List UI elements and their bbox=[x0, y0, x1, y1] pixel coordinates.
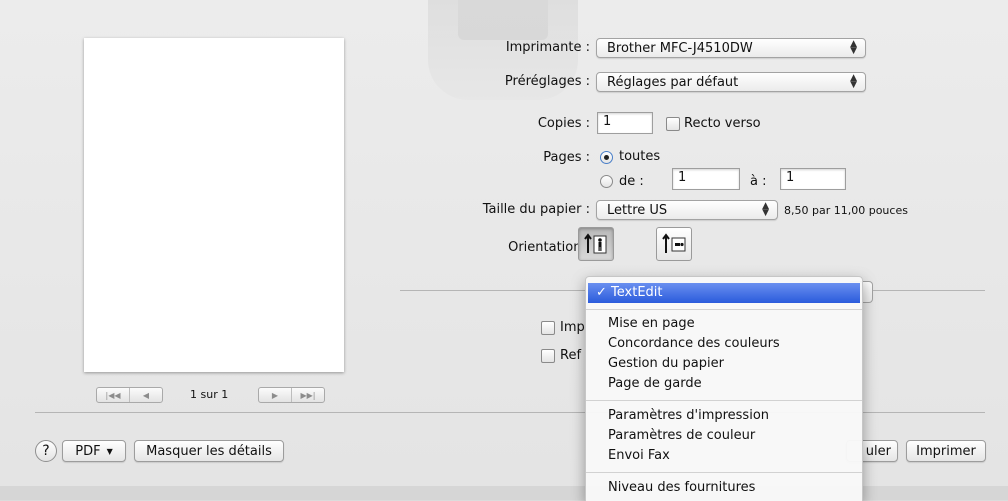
presets-value: Réglages par défaut bbox=[607, 74, 739, 90]
presets-popup[interactable]: Réglages par défaut ▲ ▼ bbox=[596, 72, 866, 92]
section-dropdown-menu: ✓ TextEdit Mise en page Concordance des … bbox=[585, 276, 863, 501]
pages-all-label: toutes bbox=[619, 149, 661, 164]
orientation-landscape-button[interactable] bbox=[656, 227, 692, 261]
menu-item-paper-handling[interactable]: Gestion du papier bbox=[586, 354, 862, 374]
help-button[interactable]: ? bbox=[35, 440, 57, 462]
duplex-label: Recto verso bbox=[684, 116, 761, 131]
printer-popup[interactable]: Brother MFC-J4510DW ▲ ▼ bbox=[596, 38, 866, 58]
menu-item-color-matching[interactable]: Concordance des couleurs bbox=[586, 334, 862, 354]
menu-separator bbox=[586, 472, 862, 473]
option1-label: Imp bbox=[560, 320, 585, 335]
orientation-portrait-button[interactable] bbox=[578, 227, 614, 261]
paper-size-text: 8,50 par 11,00 pouces bbox=[784, 204, 908, 217]
prev-page-icon[interactable]: ◀ bbox=[130, 388, 162, 402]
menu-separator bbox=[586, 400, 862, 401]
popup-arrows-icon: ▲ ▼ bbox=[850, 39, 857, 56]
hide-details-button[interactable]: Masquer les détails bbox=[134, 440, 284, 462]
popup-arrows-icon: ▲ ▼ bbox=[762, 201, 769, 218]
presets-label: Préréglages : bbox=[504, 74, 590, 89]
chevron-down-icon: ▼ bbox=[106, 446, 113, 456]
menu-item-send-fax[interactable]: Envoi Fax bbox=[586, 446, 862, 466]
pages-from-field[interactable]: 1 bbox=[672, 168, 740, 190]
paper-label: Taille du papier : bbox=[482, 202, 590, 217]
paper-popup[interactable]: Lettre US ▲ ▼ bbox=[596, 200, 778, 220]
menu-separator bbox=[586, 309, 862, 310]
popup-arrows-icon: ▲ ▼ bbox=[850, 73, 857, 90]
page-preview bbox=[84, 38, 344, 372]
first-page-icon[interactable]: |◀◀ bbox=[97, 388, 130, 402]
option1-checkbox[interactable] bbox=[541, 321, 555, 335]
pdf-button[interactable]: PDF ▼ bbox=[62, 440, 126, 462]
menu-item-page-layout[interactable]: Mise en page bbox=[586, 314, 862, 334]
menu-item-supply-levels[interactable]: Niveau des fournitures bbox=[586, 478, 862, 498]
orientation-label: Orientation : bbox=[508, 240, 590, 255]
page-count-label: 1 sur 1 bbox=[190, 388, 229, 401]
pages-to-label: à : bbox=[750, 174, 767, 189]
checkmark-icon: ✓ bbox=[596, 285, 612, 300]
option2-checkbox[interactable] bbox=[541, 349, 555, 363]
menu-item-textedit[interactable]: ✓ TextEdit bbox=[588, 283, 860, 303]
pager-next-group: ▶ ▶▶| bbox=[258, 387, 325, 403]
landscape-icon bbox=[662, 233, 686, 253]
menu-item-color-settings[interactable]: Paramètres de couleur bbox=[586, 426, 862, 446]
pages-to-field[interactable]: 1 bbox=[780, 168, 846, 190]
option2-label: Ref bbox=[560, 348, 582, 363]
pages-from-label: de : bbox=[619, 174, 644, 189]
paper-value: Lettre US bbox=[607, 202, 668, 218]
pdf-label: PDF bbox=[75, 443, 101, 459]
pager-prev-group: |◀◀ ◀ bbox=[96, 387, 163, 403]
pages-all-radio[interactable] bbox=[600, 151, 613, 164]
menu-item-print-settings[interactable]: Paramètres d'impression bbox=[586, 406, 862, 426]
printer-value: Brother MFC-J4510DW bbox=[607, 40, 753, 56]
print-button[interactable]: Imprimer bbox=[906, 440, 986, 462]
menu-item-cover-page[interactable]: Page de garde bbox=[586, 374, 862, 394]
last-page-icon[interactable]: ▶▶| bbox=[292, 388, 324, 402]
portrait-icon bbox=[584, 233, 607, 254]
copies-field[interactable]: 1 bbox=[597, 112, 653, 134]
copies-label: Copies : bbox=[537, 116, 590, 131]
pages-range-radio[interactable] bbox=[600, 175, 613, 188]
pages-label: Pages : bbox=[543, 150, 590, 165]
printer-label: Imprimante : bbox=[505, 40, 590, 55]
duplex-checkbox[interactable] bbox=[666, 117, 680, 131]
next-page-icon[interactable]: ▶ bbox=[259, 388, 292, 402]
